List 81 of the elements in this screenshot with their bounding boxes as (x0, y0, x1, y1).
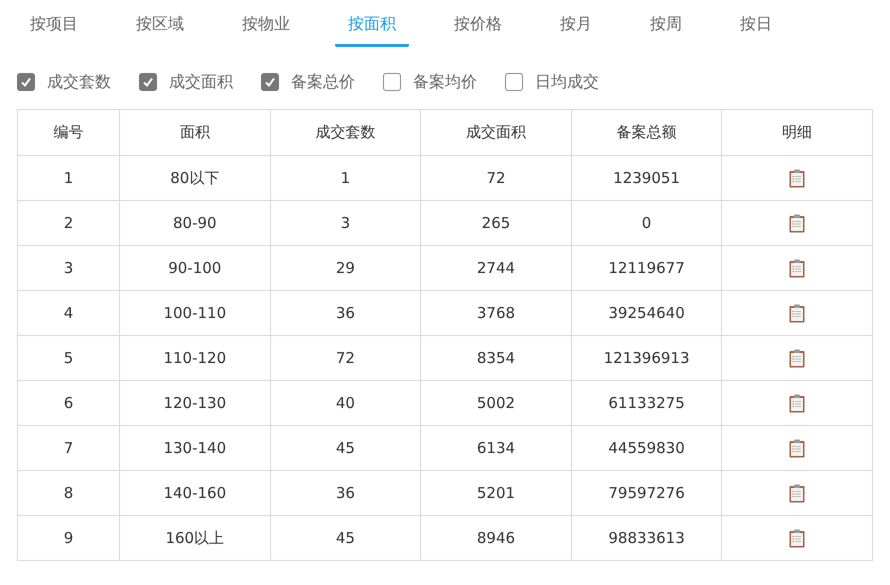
tab[interactable]: 按物业 (229, 10, 303, 47)
table-cell: 2744 (420, 246, 572, 290)
table-cell: 8946 (420, 516, 572, 560)
table-cell: 5 (18, 336, 120, 380)
tab[interactable]: 按项目 (17, 10, 91, 47)
checkbox-label: 成交面积 (169, 72, 233, 92)
table-cell: 8 (18, 470, 120, 516)
table-cell: 3 (18, 246, 120, 290)
checkmark-icon (142, 76, 154, 88)
checkmark-icon (20, 76, 32, 88)
table-cell: 3 (270, 200, 421, 246)
table-cell: 45 (270, 426, 421, 470)
table-cell: 61133275 (571, 380, 722, 426)
table-cell: 98833613 (571, 516, 722, 560)
table-cell: 72 (270, 336, 421, 380)
table-cell: 79597276 (571, 470, 722, 516)
table-cell: 121396913 (571, 336, 722, 380)
clipboard-icon[interactable] (789, 214, 806, 233)
table-cell: 1 (18, 156, 120, 200)
column-header: 成交套数 (270, 110, 421, 156)
clipboard-icon[interactable] (789, 484, 806, 503)
tab[interactable]: 按周 (637, 10, 695, 47)
checkbox-label: 日均成交 (535, 72, 599, 92)
checkbox[interactable] (383, 73, 401, 91)
tab[interactable]: 按面积 (335, 10, 409, 47)
clipboard-icon[interactable] (789, 168, 806, 188)
table-cell: 1239051 (571, 156, 722, 200)
table-cell: 36 (270, 290, 421, 336)
checkbox[interactable] (17, 73, 35, 91)
table-cell: 5002 (420, 380, 572, 426)
checkmark-icon (264, 76, 276, 88)
clipboard-icon[interactable] (789, 528, 806, 548)
table-cell: 7 (18, 426, 120, 470)
clipboard-icon[interactable] (789, 438, 806, 458)
table-cell: 90-100 (120, 246, 270, 290)
table-cell: 6134 (420, 426, 572, 470)
table-cell: 9 (18, 516, 120, 560)
clipboard-icon[interactable] (789, 258, 806, 278)
table-cell: 0 (571, 200, 722, 246)
column-header: 编号 (18, 110, 120, 156)
tab[interactable]: 按区域 (123, 10, 197, 47)
table-cell: 265 (420, 200, 572, 246)
table-cell: 29 (270, 246, 421, 290)
table-cell: 12119677 (571, 246, 722, 290)
checkbox[interactable] (261, 73, 279, 91)
table-cell: 80以下 (120, 156, 270, 200)
tab[interactable]: 按价格 (441, 10, 515, 47)
table-cell: 80-90 (120, 200, 270, 246)
table-cell: 36 (270, 470, 421, 516)
checkbox[interactable] (505, 73, 523, 91)
table-cell: 6 (18, 380, 120, 426)
clipboard-icon[interactable] (789, 348, 806, 368)
table-cell: 45 (270, 516, 421, 560)
checkbox[interactable] (139, 73, 157, 91)
table-cell: 100-110 (120, 290, 270, 336)
clipboard-icon[interactable] (789, 304, 806, 323)
table-cell: 110-120 (120, 336, 270, 380)
checkbox-label: 备案总价 (291, 72, 355, 92)
column-header: 明细 (722, 110, 872, 156)
table-cell: 160以上 (120, 516, 270, 560)
table-cell: 1 (270, 156, 421, 200)
column-header: 面积 (120, 110, 270, 156)
column-header: 成交面积 (420, 110, 572, 156)
table-cell: 120-130 (120, 380, 270, 426)
table-cell: 8354 (420, 336, 572, 380)
table-cell: 2 (18, 200, 120, 246)
table-cell: 39254640 (571, 290, 722, 336)
clipboard-icon[interactable] (789, 394, 806, 413)
table-cell: 72 (420, 156, 572, 200)
checkbox-label: 备案均价 (413, 72, 477, 92)
table-cell: 3768 (420, 290, 572, 336)
table-cell: 40 (270, 380, 421, 426)
tab[interactable]: 按月 (547, 10, 605, 47)
table-cell: 5201 (420, 470, 572, 516)
table-cell: 4 (18, 290, 120, 336)
table-cell: 130-140 (120, 426, 270, 470)
table-cell: 140-160 (120, 470, 270, 516)
table-cell: 44559830 (571, 426, 722, 470)
tab[interactable]: 按日 (727, 10, 785, 47)
column-header: 备案总额 (571, 110, 722, 156)
checkbox-label: 成交套数 (47, 72, 111, 92)
